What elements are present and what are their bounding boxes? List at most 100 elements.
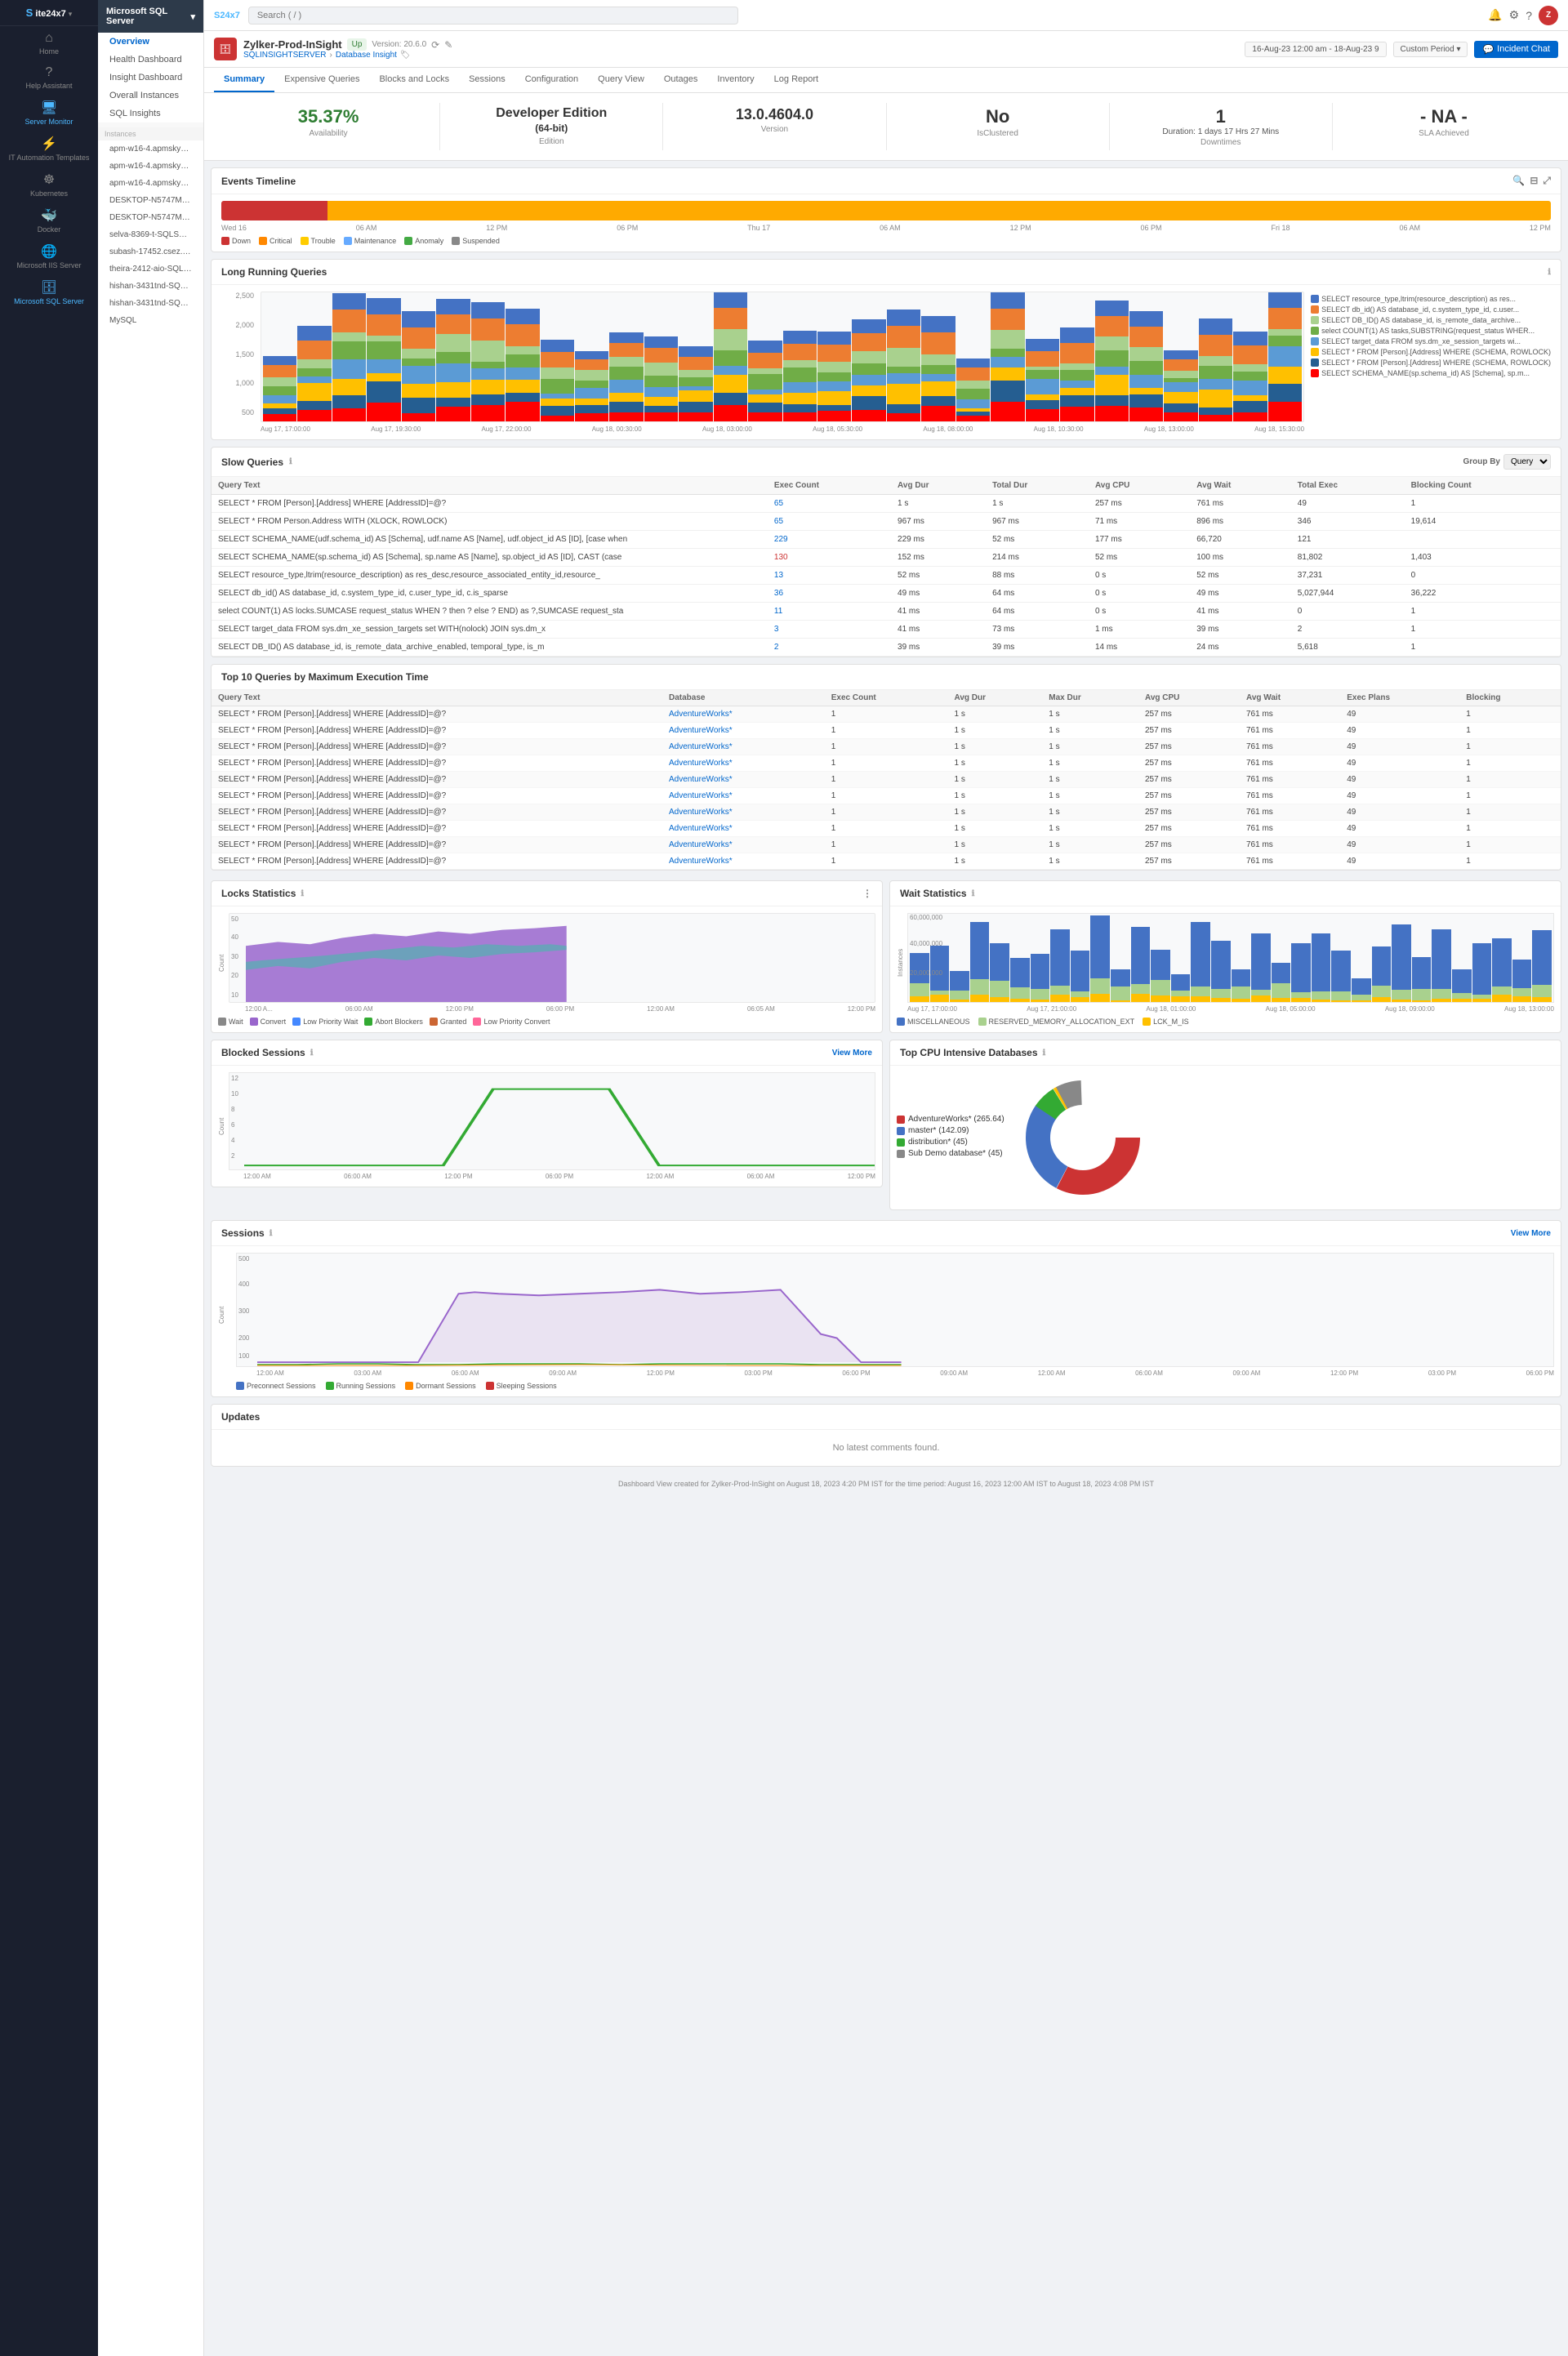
instance-item[interactable]: apm-w16-4.apmskype.com... (98, 175, 203, 192)
sq-exec-count[interactable]: 2 (768, 639, 891, 657)
instance-item[interactable]: apm-w16-4.apmskype.com... (98, 140, 203, 158)
bsx-1: 06:00 AM (344, 1173, 372, 1180)
breadcrumb-item-2[interactable]: Database Insight (336, 51, 397, 60)
sq-avg-dur: 1 s (891, 495, 986, 513)
notification-icon[interactable]: 🔔 (1488, 8, 1502, 22)
t10-db[interactable]: AdventureWorks* (662, 804, 825, 821)
settings-icon[interactable]: ⚙ (1509, 8, 1520, 22)
info-icon[interactable]: ℹ (1548, 268, 1551, 277)
wait-bar-group (1412, 914, 1432, 1002)
tab-query-view[interactable]: Query View (588, 68, 654, 92)
zoom-in-icon[interactable]: 🔍 (1512, 175, 1525, 187)
bar-segment (644, 406, 678, 412)
blocked-sessions-card: Blocked Sessions ℹ View More Count 12 (211, 1040, 883, 1187)
sidebar-item-docker[interactable]: 🐳 Docker (0, 203, 98, 238)
bar-segment (1129, 408, 1163, 421)
tab-inventory[interactable]: Inventory (707, 68, 764, 92)
t10-db[interactable]: AdventureWorks* (662, 772, 825, 788)
instance-item[interactable]: hishan-3431tnd-SQLSER... (98, 295, 203, 312)
t10-db[interactable]: AdventureWorks* (662, 723, 825, 739)
table-row: SELECT * FROM [Person].[Address] WHERE [… (212, 706, 1561, 723)
table-row: SELECT SCHEMA_NAME(sp.schema_id) AS [Sch… (212, 549, 1561, 567)
bar-segment (402, 327, 435, 349)
t10-db[interactable]: AdventureWorks* (662, 821, 825, 837)
user-avatar[interactable]: Z (1539, 6, 1558, 25)
period-picker[interactable]: Custom Period ▾ (1393, 42, 1468, 57)
left-nav-item-overall[interactable]: Overall Instances (98, 87, 203, 105)
instance-item[interactable]: apm-w16-4.apmskype.com... (98, 158, 203, 175)
date-range-picker[interactable]: 16-Aug-23 12:00 am - 18-Aug-23 9 (1245, 42, 1386, 57)
breadcrumb-item-1[interactable]: SQLINSIGHTSERVER (243, 51, 327, 60)
t10-db[interactable]: AdventureWorks* (662, 788, 825, 804)
instance-item[interactable]: MySQL (98, 312, 203, 329)
tab-summary[interactable]: Summary (214, 68, 274, 92)
expand-icon[interactable]: ⤢ (1543, 175, 1551, 187)
t10-db[interactable]: AdventureWorks* (662, 739, 825, 755)
sq-exec-count[interactable]: 130 (768, 549, 891, 567)
tab-sessions[interactable]: Sessions (459, 68, 515, 92)
t10-db[interactable]: AdventureWorks* (662, 853, 825, 870)
sidebar-item-sql[interactable]: 🗄 Microsoft SQL Server (0, 274, 98, 310)
instance-item[interactable]: subash-17452.csez.zohoco... (98, 243, 203, 261)
sessions-info-icon[interactable]: ℹ (270, 1229, 273, 1238)
group-by-select[interactable]: Query (1503, 454, 1551, 470)
blocked-info-icon[interactable]: ℹ (310, 1049, 314, 1058)
sq-avg-cpu: 257 ms (1089, 495, 1190, 513)
instance-item[interactable]: DESKTOP-N5747MP-SQL... (98, 192, 203, 209)
incident-chat-button[interactable]: 💬 Incident Chat (1474, 41, 1558, 58)
edit-icon[interactable]: ✎ (444, 39, 452, 51)
left-nav-item-overview[interactable]: Overview (98, 33, 203, 51)
wait-info-icon[interactable]: ℹ (972, 889, 975, 898)
left-nav-item-health[interactable]: Health Dashboard (98, 51, 203, 69)
bar-segment (1164, 359, 1197, 371)
locks-info-icon[interactable]: ℹ (301, 889, 304, 898)
slow-queries-info-icon[interactable]: ℹ (289, 457, 292, 466)
sidebar-item-automation[interactable]: ⚡ IT Automation Templates (0, 131, 98, 167)
sessions-view-more[interactable]: View More (1511, 1229, 1551, 1238)
left-nav-item-sqlinsights[interactable]: SQL Insights (98, 105, 203, 122)
tab-outages[interactable]: Outages (654, 68, 708, 92)
tab-expensive[interactable]: Expensive Queries (274, 68, 369, 92)
downtimes-label: Downtimes (1116, 138, 1325, 147)
sq-exec-count[interactable]: 11 (768, 603, 891, 621)
sidebar-item-server[interactable]: 🖥 Server Monitor (0, 95, 98, 131)
sidebar-item-iis[interactable]: 🌐 Microsoft IIS Server (0, 238, 98, 274)
sq-exec-count[interactable]: 36 (768, 585, 891, 603)
sidebar-label-sql: Microsoft SQL Server (14, 297, 84, 305)
bar-group (1026, 292, 1059, 421)
bar-segment (1129, 394, 1163, 408)
sidebar-item-kubernetes[interactable]: ☸ Kubernetes (0, 167, 98, 203)
top-cpu-info-icon[interactable]: ℹ (1043, 1049, 1046, 1058)
locks-menu-icon[interactable]: ⋮ (862, 888, 872, 899)
tab-blocks[interactable]: Blocks and Locks (369, 68, 459, 92)
wait-bar-group (1272, 914, 1291, 1002)
bar-segment (506, 324, 539, 345)
sidebar-item-home[interactable]: ⌂ Home (0, 26, 98, 60)
collapse-icon[interactable]: ▾ (190, 11, 195, 22)
sq-exec-count[interactable]: 65 (768, 495, 891, 513)
zoom-out-icon[interactable]: ⊟ (1530, 175, 1538, 187)
instance-item[interactable]: selva-8369-t-SQLSERVER (98, 226, 203, 243)
search-input[interactable] (248, 7, 738, 24)
help-icon[interactable]: ? (1526, 9, 1532, 22)
t10-db[interactable]: AdventureWorks* (662, 755, 825, 772)
bar-segment (263, 408, 296, 414)
tab-log-report[interactable]: Log Report (764, 68, 828, 92)
refresh-icon[interactable]: ⟳ (431, 39, 439, 51)
blocked-view-more[interactable]: View More (832, 1049, 872, 1058)
bar-segment (436, 407, 470, 421)
tab-configuration[interactable]: Configuration (515, 68, 588, 92)
sidebar-item-help[interactable]: ? Help Assistant (0, 60, 98, 95)
t10-db[interactable]: AdventureWorks* (662, 837, 825, 853)
sq-exec-count[interactable]: 13 (768, 567, 891, 585)
t10-db[interactable]: AdventureWorks* (662, 706, 825, 723)
lrq-bars: const lrqContainer = document.currentScr… (261, 292, 1304, 422)
wait-bar-group (1232, 914, 1251, 1002)
sq-exec-count[interactable]: 3 (768, 621, 891, 639)
instance-item[interactable]: hishan-3431tnd-SQLINSt... (98, 278, 203, 295)
instance-item[interactable]: DESKTOP-N5747MP-SQL... (98, 209, 203, 226)
sq-exec-count[interactable]: 229 (768, 531, 891, 549)
left-nav-item-insight[interactable]: Insight Dashboard (98, 69, 203, 87)
instance-item[interactable]: theira-2412-aio-SQLSERV... (98, 261, 203, 278)
sq-exec-count[interactable]: 65 (768, 513, 891, 531)
